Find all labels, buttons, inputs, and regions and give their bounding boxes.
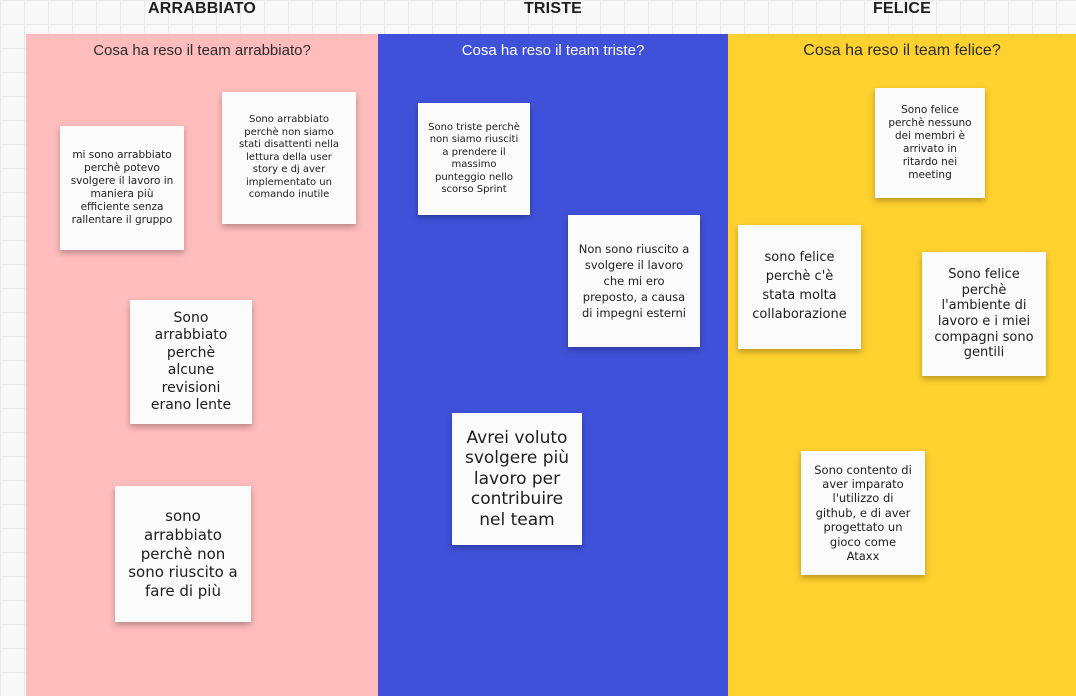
column-title-arrabbiato: Cosa ha reso il team arrabbiato? — [93, 42, 311, 59]
sticky-note-text: Sono arrabbiato perchè alcune revisioni … — [150, 309, 232, 414]
sticky-note[interactable]: Sono triste perchè non siamo riusciti a … — [418, 103, 530, 215]
sticky-note-text: mi sono arrabbiato perchè potevo svolger… — [70, 148, 174, 227]
sticky-note-text: Sono arrabbiato perchè non siamo stati d… — [239, 114, 339, 201]
sticky-note-text: Sono contento di aver imparato l'utilizz… — [814, 462, 912, 563]
sticky-note[interactable]: sono felice perchè c'è stata molta colla… — [738, 225, 861, 349]
sticky-note-text: Non sono riuscito a svolgere il lavoro c… — [578, 241, 690, 321]
sticky-note-text: sono arrabbiato perchè non sono riuscito… — [128, 507, 238, 601]
sticky-note[interactable]: Sono felice perchè l'ambiente di lavoro … — [922, 252, 1046, 376]
sticky-note-text: sono felice perchè c'è stata molta colla… — [752, 250, 847, 322]
sticky-note[interactable]: Non sono riuscito a svolgere il lavoro c… — [568, 215, 700, 347]
sticky-note[interactable]: mi sono arrabbiato perchè potevo svolger… — [60, 126, 184, 250]
column-header-felice: FELICE — [872, 0, 932, 17]
sticky-note-text: Sono felice perchè l'ambiente di lavoro … — [934, 267, 1034, 361]
sticky-note-text: Sono felice perchè nessuno dei membri è … — [888, 103, 972, 182]
sticky-note[interactable]: Sono arrabbiato perchè alcune revisioni … — [130, 300, 252, 424]
sticky-note-text: Sono triste perchè non siamo riusciti a … — [428, 121, 520, 196]
column-header-triste: TRISTE — [523, 0, 583, 17]
sticky-note[interactable]: Sono felice perchè nessuno dei membri è … — [875, 88, 985, 198]
column-header-arrabbiato: ARRABBIATO — [147, 0, 257, 17]
sticky-note[interactable]: sono arrabbiato perchè non sono riuscito… — [115, 486, 251, 622]
column-title-felice: Cosa ha reso il team felice? — [803, 42, 1001, 59]
sticky-note[interactable]: Avrei voluto svolgere più lavoro per con… — [452, 413, 582, 545]
sticky-note[interactable]: Sono contento di aver imparato l'utilizz… — [801, 451, 925, 575]
sticky-note-text: Avrei voluto svolgere più lavoro per con… — [464, 428, 570, 530]
column-title-triste: Cosa ha reso il team triste? — [461, 42, 645, 59]
sticky-note[interactable]: Sono arrabbiato perchè non siamo stati d… — [222, 92, 356, 224]
